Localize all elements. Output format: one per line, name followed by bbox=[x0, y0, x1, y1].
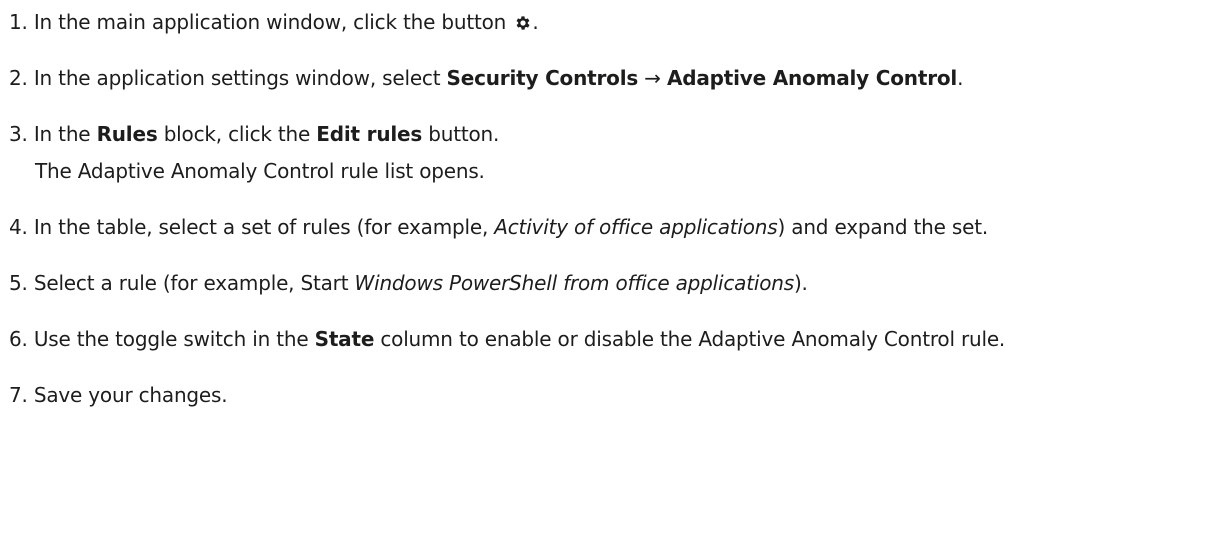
button-name-edit-rules: Edit rules bbox=[316, 122, 423, 146]
arrow-separator: → bbox=[638, 66, 667, 90]
step-2: 2. In the application settings window, s… bbox=[9, 64, 963, 92]
step-text: In the bbox=[27, 122, 97, 146]
step-number: 2. bbox=[9, 66, 28, 90]
step-5: 5. Select a rule (for example, Start Win… bbox=[9, 269, 808, 297]
step-text: Select a rule (for example, Start bbox=[27, 271, 355, 295]
step-text-mid: block, click the bbox=[157, 122, 317, 146]
step-4: 4. In the table, select a set of rules (… bbox=[9, 213, 988, 241]
menu-item-adaptive-anomaly-control: Adaptive Anomaly Control bbox=[666, 66, 958, 90]
instruction-steps: 1. In the main application window, click… bbox=[0, 0, 1232, 533]
example-rule: Windows PowerShell from office applicati… bbox=[354, 271, 795, 295]
step-7: 7. Save your changes. bbox=[9, 381, 228, 409]
step-1: 1. In the main application window, click… bbox=[9, 8, 539, 36]
step-3: 3. In the Rules block, click the Edit ru… bbox=[9, 120, 499, 148]
gear-icon bbox=[516, 16, 530, 30]
step-number: 5. bbox=[9, 271, 28, 295]
column-name-state: State bbox=[314, 327, 375, 351]
step-text-end: ). bbox=[793, 271, 808, 295]
step-6: 6. Use the toggle switch in the State co… bbox=[9, 325, 1005, 353]
step-text-end: column to enable or disable the Adaptive… bbox=[374, 327, 1006, 351]
step-number: 6. bbox=[9, 327, 28, 351]
step-number: 3. bbox=[9, 122, 28, 146]
menu-item-security-controls: Security Controls bbox=[446, 66, 639, 90]
step-text: In the main application window, click th… bbox=[27, 10, 513, 34]
step-text-end: button. bbox=[422, 122, 500, 146]
example-rule-set: Activity of office applications bbox=[494, 215, 778, 239]
step-text-end: . bbox=[532, 10, 539, 34]
block-name-rules: Rules bbox=[96, 122, 158, 146]
step-number: 7. bbox=[9, 383, 28, 407]
step-text: Use the toggle switch in the bbox=[27, 327, 315, 351]
step-text: Save your changes. bbox=[27, 383, 228, 407]
step-number: 1. bbox=[9, 10, 28, 34]
step-number: 4. bbox=[9, 215, 28, 239]
step-3-result: The Adaptive Anomaly Control rule list o… bbox=[35, 159, 485, 183]
step-text: In the table, select a set of rules (for… bbox=[27, 215, 495, 239]
step-text-end: . bbox=[957, 66, 964, 90]
step-text-end: ) and expand the set. bbox=[777, 215, 989, 239]
step-text: In the application settings window, sele… bbox=[27, 66, 447, 90]
